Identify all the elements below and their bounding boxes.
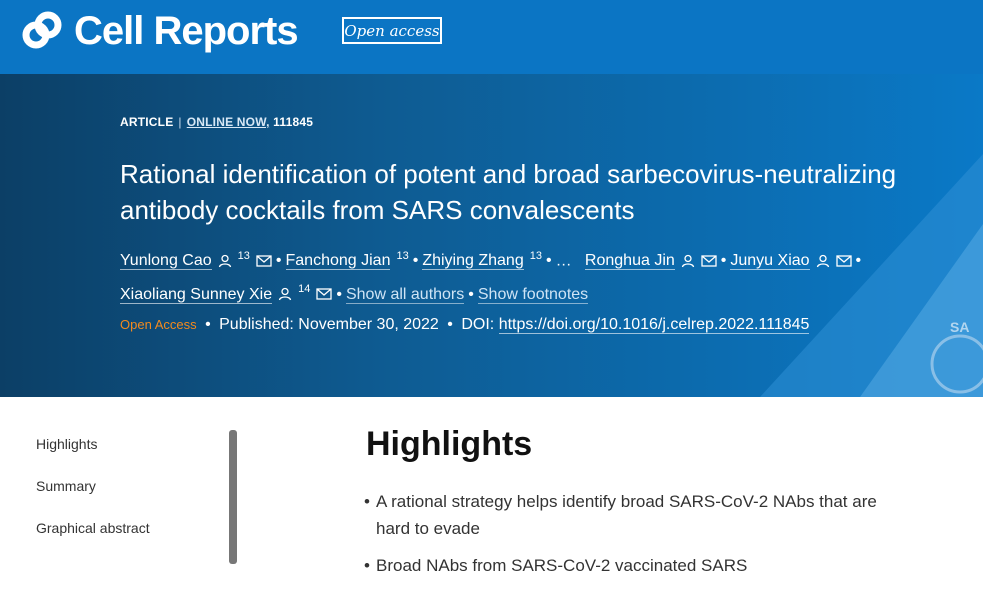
- article-type: ARTICLE: [120, 115, 174, 129]
- mail-icon[interactable]: [701, 255, 717, 267]
- cell-logo-icon: [22, 11, 62, 49]
- author-link[interactable]: Ronghua Jin: [584, 252, 675, 271]
- author-link[interactable]: Xiaoliang Sunney Xie: [120, 285, 273, 304]
- highlights-heading: Highlights: [366, 425, 533, 463]
- article-meta: ARTICLE | ONLINE NOW, 111845: [120, 115, 313, 129]
- brand-logo[interactable]: Cell Reports: [22, 9, 299, 53]
- highlight-item: A rational strategy helps identify broad…: [364, 488, 896, 542]
- author-link[interactable]: Fanchong Jian: [285, 252, 391, 271]
- author-affiliation[interactable]: 13: [396, 250, 408, 262]
- mail-icon[interactable]: [316, 288, 333, 301]
- doi-label: DOI:: [461, 316, 495, 333]
- nav-item-highlights[interactable]: Highlights: [36, 436, 150, 452]
- show-footnotes-link[interactable]: Show footnotes: [477, 285, 589, 304]
- show-all-authors-link[interactable]: Show all authors: [345, 285, 465, 304]
- publication-info: Open Access • Published: November 30, 20…: [120, 316, 810, 334]
- nav-item-graphical-abstract[interactable]: Graphical abstract: [36, 520, 150, 536]
- author-affiliation[interactable]: 14: [298, 283, 310, 295]
- author-affiliation[interactable]: 13: [530, 250, 542, 262]
- highlight-item: Broad NAbs from SARS-CoV-2 vaccinated SA…: [364, 552, 896, 579]
- site-header: Cell Reports Open access: [0, 0, 983, 74]
- person-icon[interactable]: [278, 287, 292, 301]
- article-number: 111845: [273, 115, 314, 129]
- article-title: Rational identification of potent and br…: [120, 159, 897, 225]
- open-access-badge: Open access: [342, 17, 442, 44]
- article-hero: SA ARTICLE | ONLINE NOW, 111845 Rational i…: [0, 74, 983, 397]
- person-icon[interactable]: [816, 254, 830, 268]
- nav-item-summary[interactable]: Summary: [36, 478, 150, 494]
- person-icon[interactable]: [218, 254, 232, 268]
- mail-icon[interactable]: [835, 255, 852, 267]
- nav-scrollbar[interactable]: [229, 430, 237, 564]
- section-nav: Highlights Summary Graphical abstract: [36, 436, 150, 562]
- person-icon[interactable]: [681, 254, 695, 268]
- brand-name: Cell Reports: [74, 9, 299, 53]
- authors-ellipsis: …: [555, 252, 572, 270]
- article-body: Highlights A rational strategy helps ide…: [364, 424, 906, 589]
- doi-link[interactable]: https://doi.org/10.1016/j.celrep.2022.11…: [498, 316, 810, 334]
- published-date: Published: November 30, 2022: [219, 316, 439, 333]
- author-link[interactable]: Yunlong Cao: [120, 252, 212, 271]
- online-now-link[interactable]: ONLINE NOW,: [187, 115, 270, 129]
- meta-separator: |: [178, 115, 182, 129]
- author-list: Yunlong Cao 13 • Fanchong Jian 13 • Zhiying Zh…: [120, 250, 862, 304]
- highlights-list: A rational strategy helps identify broad…: [364, 488, 906, 579]
- mail-icon[interactable]: [256, 255, 272, 267]
- author-affiliation[interactable]: 13: [238, 250, 250, 262]
- author-link[interactable]: Junyu Xiao: [730, 252, 810, 271]
- open-access-label: Open Access: [120, 317, 197, 332]
- author-link[interactable]: Zhiying Zhang: [422, 252, 524, 271]
- svg-text:SA: SA: [950, 319, 969, 335]
